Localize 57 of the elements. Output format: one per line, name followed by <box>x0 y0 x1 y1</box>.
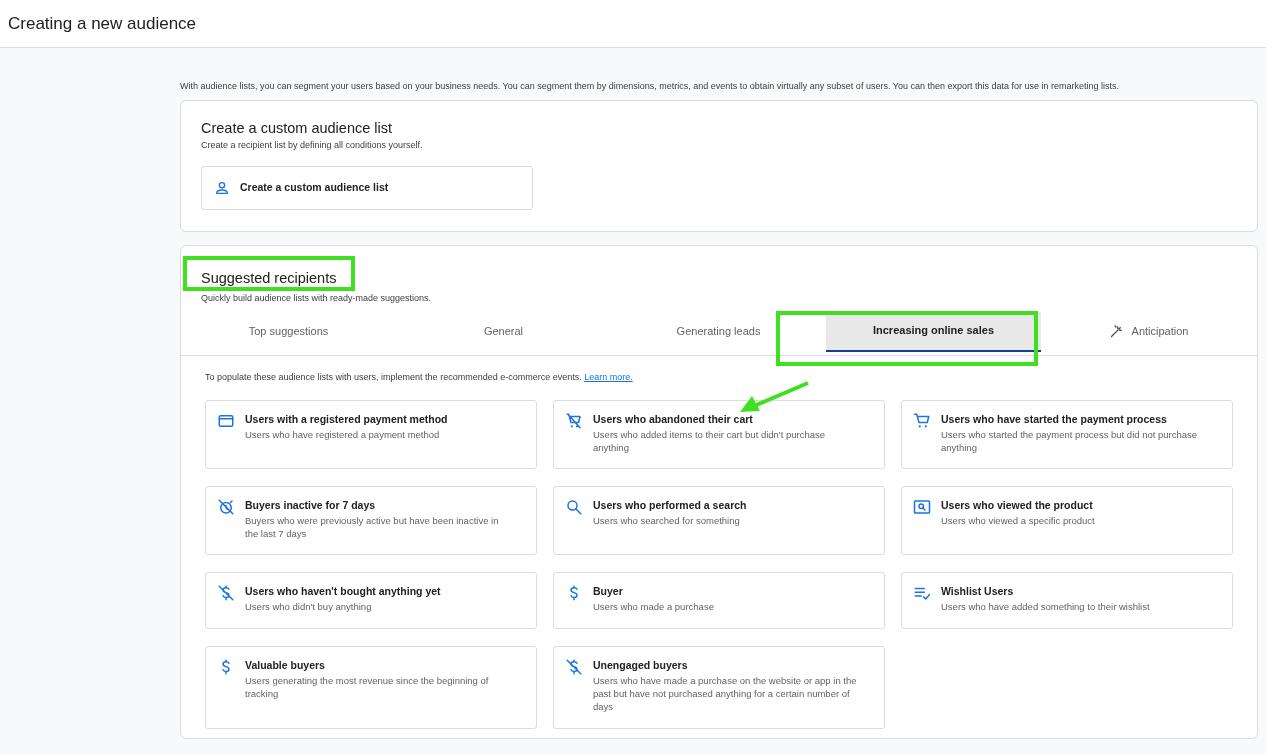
card-title: Valuable buyers <box>245 658 326 672</box>
suggestion-card[interactable]: Users who performed a search Users who searched for something <box>553 486 885 555</box>
tab[interactable]: Top suggestions <box>181 311 396 352</box>
card-description: Users who have made a purchase on the website or app in the past but have not purchased anything for a certain number of days <box>593 674 858 713</box>
crossed-alarm-icon <box>217 498 235 516</box>
notice-text: To populate these audience lists with users, implement the recommended e-commerce events. Learn more. <box>205 370 634 384</box>
card-subtitle: Create a recipient list by defining all conditions yourself. <box>201 139 424 152</box>
magnifier-screen-icon <box>913 498 931 516</box>
crossed-dollar-icon <box>217 584 235 602</box>
card-title: Buyer <box>593 584 624 598</box>
card-title: Wishlist Users <box>941 584 1015 598</box>
section-subtitle: Quickly build audience lists with ready-made suggestions. <box>201 292 433 305</box>
card-description: Users who viewed a specific product <box>941 514 1096 527</box>
crossed-dollar-icon <box>565 658 583 676</box>
annotation-arrow <box>738 380 810 414</box>
card-title: Buyers inactive for 7 days <box>245 498 377 512</box>
create-list-button[interactable]: Create a custom audience list <box>201 165 533 210</box>
card-icon <box>217 412 235 430</box>
suggestion-card[interactable]: Unengaged buyers Users who have made a purchase on the website or app in the past but have not purchased anything for a certain number of days <box>553 646 885 729</box>
suggestion-card[interactable]: Users with a registered payment method Users who have registered a payment method <box>205 400 537 469</box>
section-title: Suggested recipients <box>201 269 338 287</box>
card-title: Users who viewed the product <box>941 498 1094 512</box>
suggestion-card[interactable]: Buyer Users who made a purchase <box>553 572 885 629</box>
person-icon <box>214 179 230 196</box>
card-title: Users who have started the payment process <box>941 412 1168 426</box>
suggestion-card[interactable]: Users who viewed the product Users who viewed a specific product <box>901 486 1233 555</box>
suggestion-card[interactable]: Users who haven't bought anything yet Users who didn't buy anything <box>205 572 537 629</box>
card-description: Users who made a purchase <box>593 600 715 613</box>
suggestion-card[interactable]: Valuable buyers Users generating the most revenue since the beginning of tracking <box>205 646 537 729</box>
learn-more-link[interactable]: Learn more. <box>584 371 633 382</box>
tab[interactable]: Anticipation <box>1041 311 1256 352</box>
card-description: Users generating the most revenue since the beginning of tracking <box>245 674 490 700</box>
card-title: Users who haven't bought anything yet <box>245 584 441 598</box>
suggestion-card[interactable]: Users who abandoned their cart Users who added items to their cart but didn't purchase anything <box>553 400 885 469</box>
suggestion-card[interactable]: Users who have started the payment process Users who started the payment process but did not purchase anything <box>901 400 1233 469</box>
crossed-cart-icon <box>565 412 583 430</box>
search-icon <box>565 498 583 516</box>
card-description: Users who searched for something <box>593 514 741 527</box>
magic-wand-icon <box>1108 324 1124 339</box>
card-title: Unengaged buyers <box>593 658 689 672</box>
card-description: Users who started the payment process but did not purchase anything <box>941 428 1199 454</box>
card-title: Users who abandoned their cart <box>593 412 754 426</box>
suggestion-card[interactable]: Buyers inactive for 7 days Buyers who were previously active but have been inactive in the last 7 days <box>205 486 537 555</box>
card-title: Users who performed a search <box>593 498 748 512</box>
page-title: Creating a new audience <box>8 12 197 35</box>
cart-icon <box>913 412 931 430</box>
card-description: Users who didn't buy anything <box>245 600 373 613</box>
card-description: Users who have added something to their wishlist <box>941 600 1151 613</box>
suggestion-card[interactable]: Wishlist Users Users who have added something to their wishlist <box>901 572 1233 629</box>
card-description: Buyers who were previously active but have been inactive in the last 7 days <box>245 514 500 540</box>
tab[interactable]: General <box>396 311 611 352</box>
card-title: Create a custom audience list <box>201 119 393 137</box>
intro-text: With audience lists, you can segment your users based on your business needs. You can segment them by dimensions, metrics, and events to obtain virtually any subset of users. You can then export this data for use in remarketing lists. <box>180 80 1120 93</box>
card-description: Users who have registered a payment method <box>245 428 441 441</box>
card-description: Users who added items to their cart but didn't purchase anything <box>593 428 827 454</box>
card-title: Users with a registered payment method <box>245 412 449 426</box>
tab[interactable]: Generating leads <box>611 311 826 352</box>
